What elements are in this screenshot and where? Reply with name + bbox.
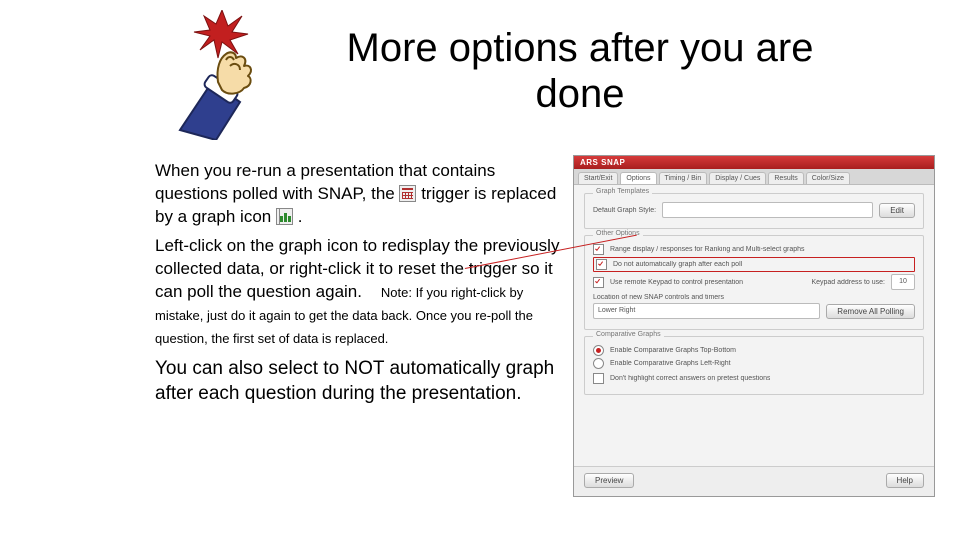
paragraph-2: Left-click on the graph icon to redispla… (155, 235, 565, 350)
graph-icon (276, 208, 293, 225)
rb-top-bottom[interactable] (593, 345, 604, 356)
cb-no-auto-graph[interactable] (596, 259, 607, 270)
location-combo[interactable]: Lower Right (593, 303, 820, 319)
panel-footer: Preview Help (574, 466, 934, 496)
tab-display[interactable]: Display / Cues (709, 172, 766, 184)
panel-titlebar: ARS SNAP (574, 156, 934, 169)
panel-tabs: Start/Exit Options Timing / Bin Display … (574, 169, 934, 185)
snap-options-panel: ARS SNAP Start/Exit Options Timing / Bin… (573, 155, 935, 497)
cb-remote-keypad[interactable] (593, 277, 604, 288)
cb-range-display[interactable] (593, 244, 604, 255)
edit-button[interactable]: Edit (879, 203, 915, 218)
group-comparative-graphs: Comparative Graphs Enable Comparative Gr… (584, 336, 924, 395)
tab-startexit[interactable]: Start/Exit (578, 172, 618, 184)
highlighted-option: Do not automatically graph after each po… (593, 257, 915, 272)
help-button[interactable]: Help (886, 473, 924, 488)
tab-options[interactable]: Options (620, 172, 656, 184)
remove-all-polling-button[interactable]: Remove All Polling (826, 304, 915, 319)
trigger-icon (399, 185, 416, 202)
preview-button[interactable]: Preview (584, 473, 634, 488)
cb-dont-highlight[interactable] (593, 373, 604, 384)
keypad-address-field[interactable]: 10 (891, 274, 915, 290)
group-other-options: Other Options Range display / responses … (584, 235, 924, 330)
tab-timing[interactable]: Timing / Bin (659, 172, 708, 184)
slide-title: More options after you are done (320, 25, 840, 117)
tab-color[interactable]: Color/Size (806, 172, 850, 184)
rb-left-right[interactable] (593, 358, 604, 369)
tab-results[interactable]: Results (768, 172, 803, 184)
panel-body: Graph Templates Default Graph Style: Edi… (574, 185, 934, 466)
paragraph-3: You can also select to NOT automatically… (155, 356, 565, 407)
slide-body: When you re-run a presentation that cont… (155, 160, 565, 413)
default-graph-style-combo[interactable] (662, 202, 873, 218)
paragraph-1: When you re-run a presentation that cont… (155, 160, 565, 229)
group-graph-templates: Graph Templates Default Graph Style: Edi… (584, 193, 924, 229)
snap-fingers-icon (170, 10, 270, 140)
